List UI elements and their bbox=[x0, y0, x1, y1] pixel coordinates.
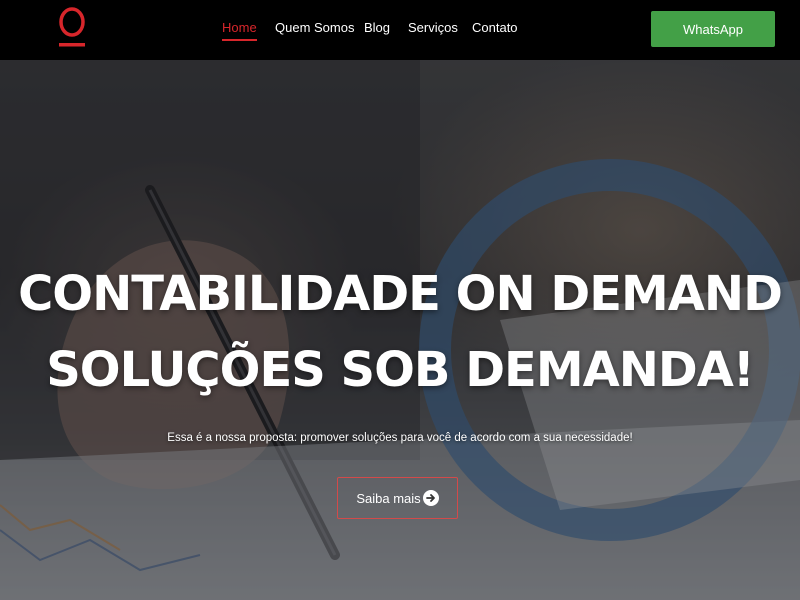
navbar: Home Quem Somos Blog Serviços Contato Wh… bbox=[0, 0, 800, 60]
hero-headline-line1: CONTABILIDADE ON DEMAND bbox=[18, 266, 783, 322]
nav-home[interactable]: Home bbox=[222, 20, 257, 41]
arrow-right-circle-icon bbox=[422, 490, 439, 506]
nav-blog[interactable]: Blog bbox=[364, 20, 390, 35]
nav-contato[interactable]: Contato bbox=[472, 20, 518, 35]
nav-servicos[interactable]: Serviços bbox=[408, 20, 458, 35]
hero-subtitle: Essa é a nossa proposta: promover soluçõ… bbox=[167, 432, 633, 444]
hero-section: CONTABILIDADE ON DEMAND SOLUÇÕES SOB DEM… bbox=[0, 60, 800, 600]
nav-quem-somos[interactable]: Quem Somos bbox=[275, 20, 354, 35]
hero-overlay bbox=[0, 60, 800, 600]
cta-label: Saiba mais bbox=[356, 490, 421, 506]
saiba-mais-button[interactable]: Saiba mais bbox=[337, 477, 458, 519]
whatsapp-button[interactable]: WhatsApp bbox=[651, 11, 775, 47]
hero-headline-line2: SOLUÇÕES SOB DEMANDA! bbox=[46, 342, 755, 398]
logo-icon[interactable] bbox=[57, 5, 87, 49]
